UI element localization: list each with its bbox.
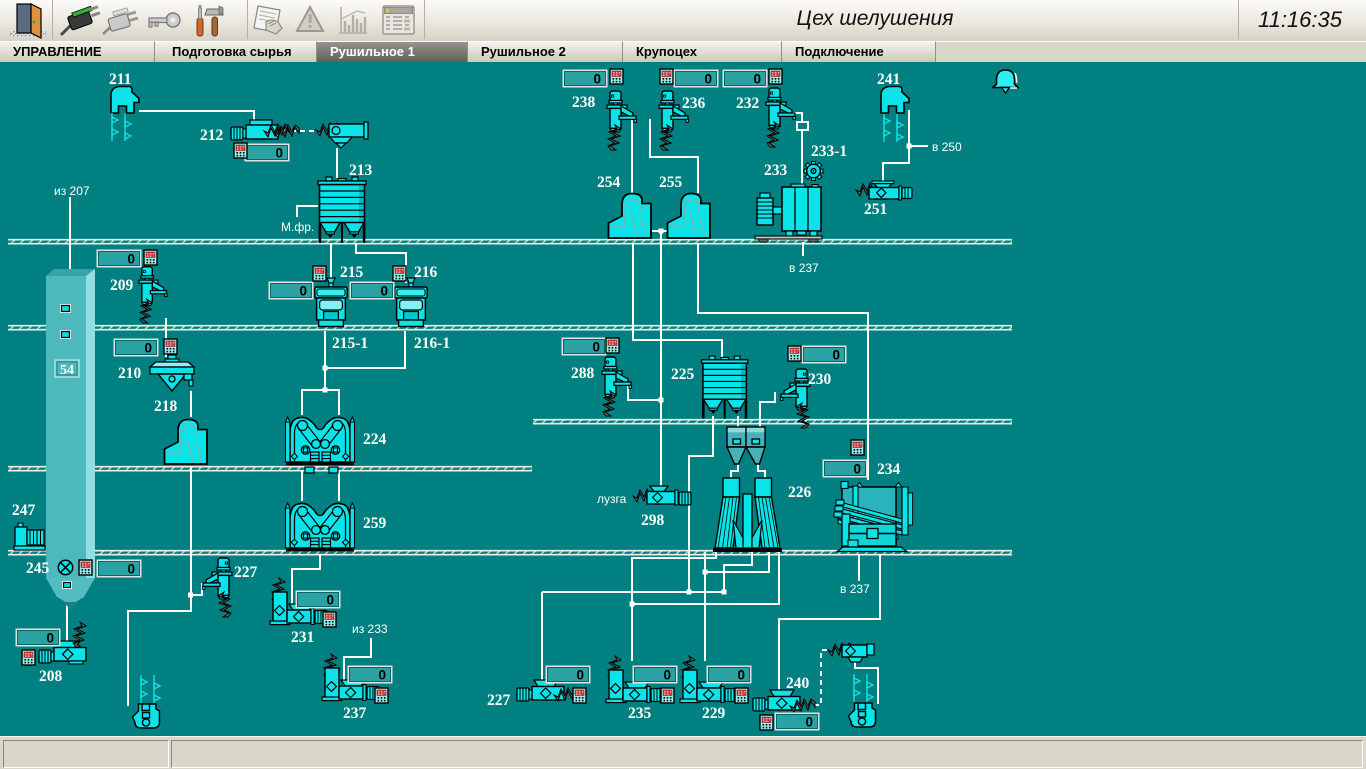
svg-text:из 207: из 207: [54, 184, 90, 198]
svg-text:216: 216: [414, 264, 438, 281]
svg-text:247: 247: [12, 502, 36, 519]
svg-text:233: 233: [764, 162, 788, 179]
svg-text:236: 236: [682, 95, 706, 112]
svg-text:240: 240: [786, 675, 810, 692]
svg-text:208: 208: [39, 668, 63, 685]
svg-text:в 237: в 237: [840, 582, 870, 596]
svg-text:234: 234: [877, 461, 901, 478]
svg-text:255: 255: [659, 174, 683, 191]
svg-text:254: 254: [597, 174, 621, 191]
svg-text:235: 235: [628, 705, 652, 722]
svg-text:224: 224: [363, 431, 387, 448]
svg-text:215-1: 215-1: [332, 335, 368, 352]
svg-text:54: 54: [60, 363, 74, 378]
svg-text:259: 259: [363, 515, 387, 532]
svg-text:232: 232: [736, 95, 760, 112]
svg-text:226: 226: [788, 484, 812, 501]
svg-text:216-1: 216-1: [414, 335, 450, 352]
svg-text:288: 288: [571, 365, 595, 382]
svg-text:238: 238: [572, 94, 596, 111]
svg-text:241: 241: [877, 71, 900, 88]
svg-text:229: 229: [702, 705, 726, 722]
svg-text:211: 211: [109, 71, 131, 88]
svg-text:230: 230: [808, 371, 832, 388]
svg-text:210: 210: [118, 365, 142, 382]
svg-text:251: 251: [864, 201, 887, 218]
svg-text:лузга: лузга: [597, 492, 627, 506]
svg-text:227: 227: [234, 564, 258, 581]
svg-text:231: 231: [291, 629, 314, 646]
svg-text:из 233: из 233: [352, 622, 388, 636]
svg-text:233-1: 233-1: [811, 143, 847, 160]
svg-text:227: 227: [487, 692, 511, 709]
svg-text:218: 218: [154, 398, 178, 415]
svg-text:225: 225: [671, 366, 695, 383]
svg-text:М.фр.: М.фр.: [281, 220, 314, 234]
svg-text:245: 245: [26, 560, 50, 577]
svg-text:298: 298: [641, 512, 665, 529]
svg-text:237: 237: [343, 705, 367, 722]
svg-text:212: 212: [200, 127, 224, 144]
svg-text:215: 215: [340, 264, 364, 281]
svg-text:209: 209: [110, 277, 134, 294]
svg-text:в 237: в 237: [789, 261, 819, 275]
svg-text:в 250: в 250: [932, 140, 962, 154]
svg-text:213: 213: [349, 162, 373, 179]
